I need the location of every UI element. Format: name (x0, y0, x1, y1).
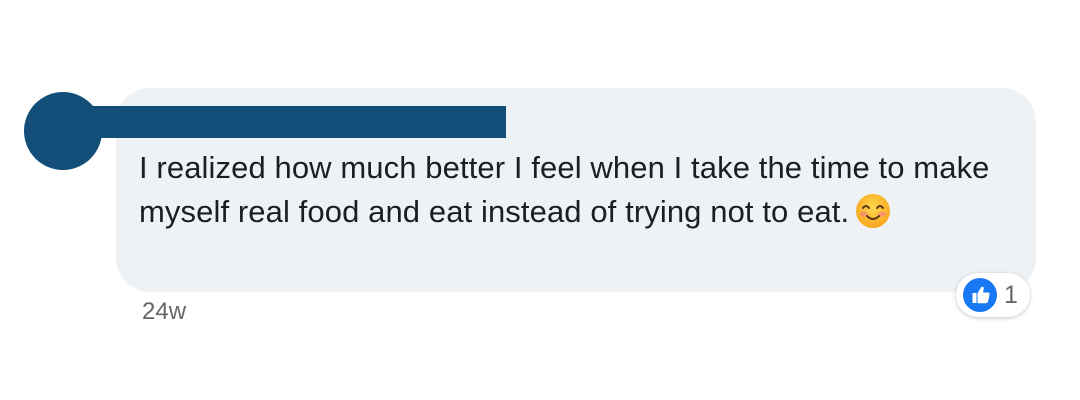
comment-timestamp[interactable]: 24w (142, 296, 186, 328)
like-icon (963, 278, 997, 312)
author-name-redaction[interactable] (58, 106, 506, 138)
comment-thread: I realized how much better I feel when I… (0, 0, 1080, 400)
smiling-face-emoji-icon (856, 194, 891, 228)
comment-text: I realized how much better I feel when I… (139, 146, 1019, 234)
reaction-count: 1 (1004, 280, 1018, 309)
reaction-summary[interactable]: 1 (956, 273, 1030, 317)
